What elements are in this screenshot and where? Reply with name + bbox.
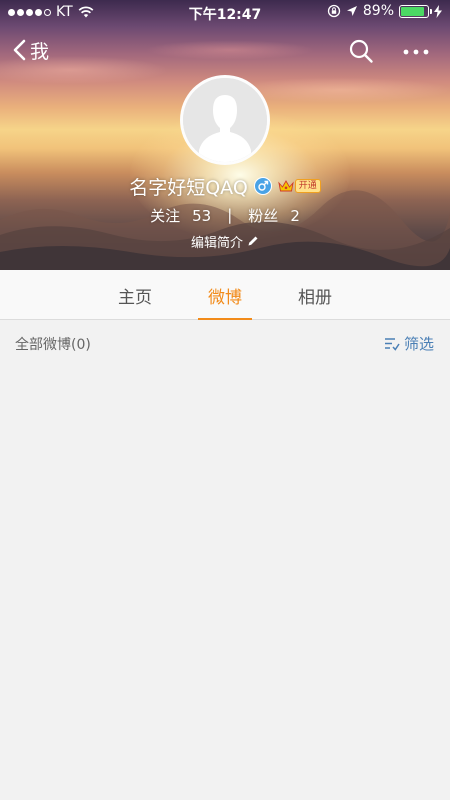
tab-weibo-label: 微博: [208, 287, 242, 308]
filter-label: 筛选: [403, 335, 434, 353]
profile-stats: 关注 53 | 粉丝 2: [0, 204, 450, 226]
pencil-icon: [248, 236, 258, 246]
cover-mountains: [0, 190, 450, 270]
tab-album[interactable]: 相册: [270, 270, 360, 320]
status-bar: KT 下午12:47 89%: [0, 0, 450, 24]
vip-open-label: 开通: [294, 179, 321, 193]
tab-home[interactable]: 主页: [90, 270, 180, 320]
stats-separator: |: [227, 206, 233, 224]
post-count-label: 全部微博(0): [15, 337, 91, 353]
back-label: 我: [30, 40, 50, 63]
profile-name-row: 名字好短QAQ 开通: [0, 172, 450, 200]
default-avatar-icon: [183, 78, 267, 162]
edit-bio-label: 编辑简介: [190, 235, 243, 251]
location-arrow-icon: [346, 6, 357, 16]
crown-icon: [278, 180, 294, 192]
battery-icon: [399, 4, 432, 18]
profile-name: 名字好短QAQ: [129, 176, 248, 199]
filter-bar: 全部微博(0) 筛选: [0, 321, 450, 365]
male-gender-icon: [253, 177, 272, 195]
following-stat[interactable]: 关注 53: [150, 205, 211, 226]
battery-percent: 89%: [362, 3, 394, 19]
tab-weibo[interactable]: 微博: [180, 270, 270, 320]
search-icon[interactable]: [348, 38, 374, 64]
vip-open-badge[interactable]: 开通: [278, 178, 321, 194]
orientation-lock-icon: [327, 4, 341, 18]
filter-list-icon: [384, 337, 400, 351]
status-right: 89%: [327, 3, 442, 19]
followers-label: 粉丝: [248, 206, 279, 225]
followers-stat[interactable]: 粉丝 2: [248, 205, 300, 226]
profile-tabs: 主页 微博 相册: [0, 270, 450, 320]
followers-count: 2: [290, 206, 300, 225]
following-label: 关注: [150, 206, 181, 225]
filter-button[interactable]: 筛选: [384, 333, 434, 354]
back-button[interactable]: 我: [12, 36, 49, 64]
chevron-left-icon: [13, 39, 26, 61]
tab-album-label: 相册: [298, 287, 332, 308]
more-icon[interactable]: [402, 42, 430, 62]
tab-home-label: 主页: [118, 287, 152, 308]
edit-bio-button[interactable]: 编辑简介: [0, 231, 450, 251]
avatar[interactable]: [180, 75, 270, 165]
charging-bolt-icon: [434, 4, 442, 18]
following-count: 53: [192, 206, 212, 225]
battery-fill: [401, 6, 425, 16]
weibo-feed-empty: [0, 365, 450, 800]
